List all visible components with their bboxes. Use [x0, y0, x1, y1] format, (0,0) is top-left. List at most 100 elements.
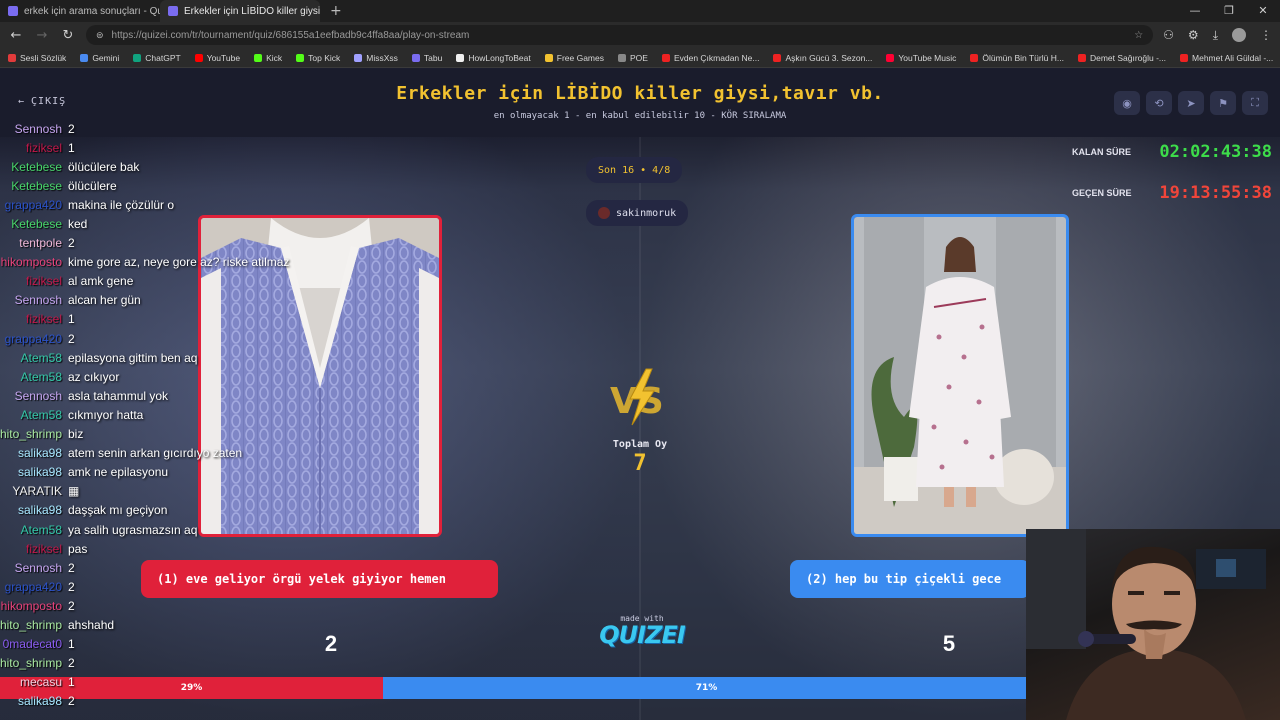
profile-avatar[interactable] [1232, 27, 1246, 42]
chat-text: 2 [68, 121, 75, 136]
chat-message: hikomposto 2 [0, 596, 300, 615]
chat-message: Sennosh alcan her gün [0, 291, 300, 310]
left-vote-count: 2 [324, 631, 338, 656]
bookmark-item[interactable]: Top Kick [296, 53, 340, 63]
bookmark-item[interactable]: YouTube Music [886, 53, 956, 63]
bookmark-item[interactable]: Demet Sağıroğlu -... [1077, 53, 1166, 63]
chat-username: Ketebese [11, 217, 62, 232]
bookmark-item[interactable]: Gemini [80, 53, 119, 63]
elapsed-timer: GEÇEN SÜRE 19:13:55:38 [1072, 183, 1272, 203]
site-info-icon[interactable]: ⊜ [96, 30, 104, 41]
bookmark-item[interactable]: Sesli Sözlük [8, 53, 66, 63]
chat-message: salika98 amk ne epilasyonu [0, 463, 300, 482]
bookmark-item[interactable]: Ölümün Bin Türlü H... [970, 53, 1064, 63]
chat-username: grappa420 [4, 197, 62, 212]
bookmark-item[interactable]: HowLongToBeat [456, 53, 531, 63]
chat-username: salika98 [17, 446, 62, 461]
chat-message: Atem58 ya salih ugrasmazsın aq [0, 520, 300, 539]
bookmark-label: Top Kick [308, 52, 341, 63]
chat-username: fiziksel [25, 274, 62, 289]
chat-username: 0madecat0 [2, 637, 62, 652]
url-field[interactable]: ⊜ https://quizei.com/tr/tournament/quiz/… [86, 25, 1154, 45]
chat-message: grappa420 2 [0, 329, 300, 348]
puzzle-icon[interactable]: ⚙ [1188, 28, 1199, 43]
bookmark-item[interactable]: ChatGPT [133, 53, 181, 63]
bookmark-favicon-icon [194, 53, 203, 62]
browser-tab-2[interactable]: Erkekler için LİBİDO killer giysi,tav ✕ [160, 0, 320, 22]
chat-text: ked [68, 217, 88, 232]
menu-icon[interactable]: ⋮ [1260, 28, 1272, 43]
chat-username: Atem58 [20, 407, 62, 422]
chat-message: grappa420 2 [0, 577, 300, 596]
chat-text: 2 [68, 579, 75, 594]
forward-icon[interactable]: → [34, 28, 50, 43]
star-icon[interactable]: ☆ [1134, 30, 1143, 41]
chat-text: 1 [68, 312, 75, 327]
chat-username: fiziksel [25, 140, 62, 155]
bookmark-label: POE [630, 52, 648, 63]
chat-text: 2 [68, 560, 75, 575]
chat-message: Atem58 cıkmıyor hatta [0, 405, 300, 424]
new-tab-button[interactable]: + [320, 0, 352, 22]
bookmark-label: Kick [266, 52, 283, 63]
chat-username: Ketebese [11, 178, 62, 193]
bookmark-favicon-icon [411, 53, 420, 62]
chat-username: grappa420 [4, 331, 62, 346]
url-text: https://quizei.com/tr/tournament/quiz/68… [111, 29, 470, 41]
bookmark-favicon-icon [970, 53, 979, 62]
bookmark-item[interactable]: Free Games [544, 53, 604, 63]
chat-message: Ketebese ked [0, 214, 300, 233]
chat-text: epilasyona gittim ben aq [68, 350, 198, 365]
chat-message: grappa420 makina ile çözülür o [0, 195, 300, 214]
bookmark-favicon-icon [80, 53, 89, 62]
bookmark-item[interactable]: POE [618, 53, 648, 63]
chat-username: chito_shrimp [0, 617, 62, 632]
chat-username: chito_shrimp [0, 656, 62, 671]
back-icon[interactable]: ← [8, 28, 24, 43]
close-window-icon[interactable]: ✕ [1246, 0, 1280, 22]
bookmark-label: Mehmet Ali Güldal -... [1192, 52, 1274, 63]
chat-message: Atem58 az cıkıyor [0, 367, 300, 386]
bookmark-favicon-icon [354, 53, 363, 62]
bookmark-favicon-icon [1077, 53, 1086, 62]
chat-text: ▦ [68, 484, 80, 499]
bookmark-favicon-icon [1180, 53, 1189, 62]
extension-icon[interactable]: ⚇ [1163, 28, 1174, 43]
nightgown-image [854, 217, 1066, 534]
bookmark-item[interactable]: MissXss [354, 53, 398, 63]
round-label: Son 16 • 4/8 [598, 164, 671, 176]
chat-text: kime gore az, neye gore az? riske atilma… [68, 255, 290, 270]
download-icon[interactable]: ⤓ [1213, 28, 1218, 43]
chat-text: pas [68, 541, 88, 556]
send-icon[interactable]: ➤ [1178, 91, 1204, 115]
rotate-icon[interactable]: ⟲ [1146, 91, 1172, 115]
bookmarks-bar: Sesli Sözlük Gemini ChatGPT YouTube Kick Top … [0, 48, 1280, 68]
tab-title: erkek için arama sonuçları - Quizei [24, 5, 160, 17]
bookmark-label: Aşkın Gücü 3. Sezon... [785, 52, 873, 63]
chat-message: Sennosh asla tahammul yok [0, 386, 300, 405]
bookmark-label: Sesli Sözlük [20, 52, 67, 63]
choice-image-right[interactable] [851, 214, 1069, 537]
chat-message: salika98 2 [0, 692, 300, 711]
total-votes-label: Toplam Oy [612, 439, 668, 450]
chat-message: fiziksel 1 [0, 310, 300, 329]
bookmark-item[interactable]: Tabu [411, 53, 442, 63]
flag-icon[interactable]: ⚑ [1210, 91, 1236, 115]
streamer-webcam [1026, 529, 1280, 720]
bookmark-item[interactable]: Kick [254, 53, 282, 63]
bookmark-item[interactable]: Aşkın Gücü 3. Sezon... [773, 53, 872, 63]
chat-text: ölücülere [68, 178, 117, 193]
bookmark-favicon-icon [456, 53, 465, 62]
bookmark-item[interactable]: Evden Çıkmadan Ne... [661, 53, 759, 63]
bookmark-item[interactable]: Mehmet Ali Güldal -... [1180, 53, 1273, 63]
reload-icon[interactable]: ↻ [60, 28, 76, 43]
made-with-quizei[interactable]: made with QUIZEI [592, 614, 692, 649]
minimize-icon[interactable]: — [1178, 0, 1212, 22]
bookmark-item[interactable]: YouTube [194, 53, 240, 63]
fullscreen-icon[interactable]: ⛶ [1242, 91, 1268, 115]
choice-button-right[interactable]: (2) hep bu tip çiçekli gece [790, 560, 1030, 598]
maximize-icon[interactable]: ❐ [1212, 0, 1246, 22]
quizei-favicon-icon [168, 6, 178, 16]
browser-tab-1[interactable]: erkek için arama sonuçları - Quizei ✕ [0, 0, 160, 22]
eye-icon[interactable]: ◉ [1114, 91, 1140, 115]
